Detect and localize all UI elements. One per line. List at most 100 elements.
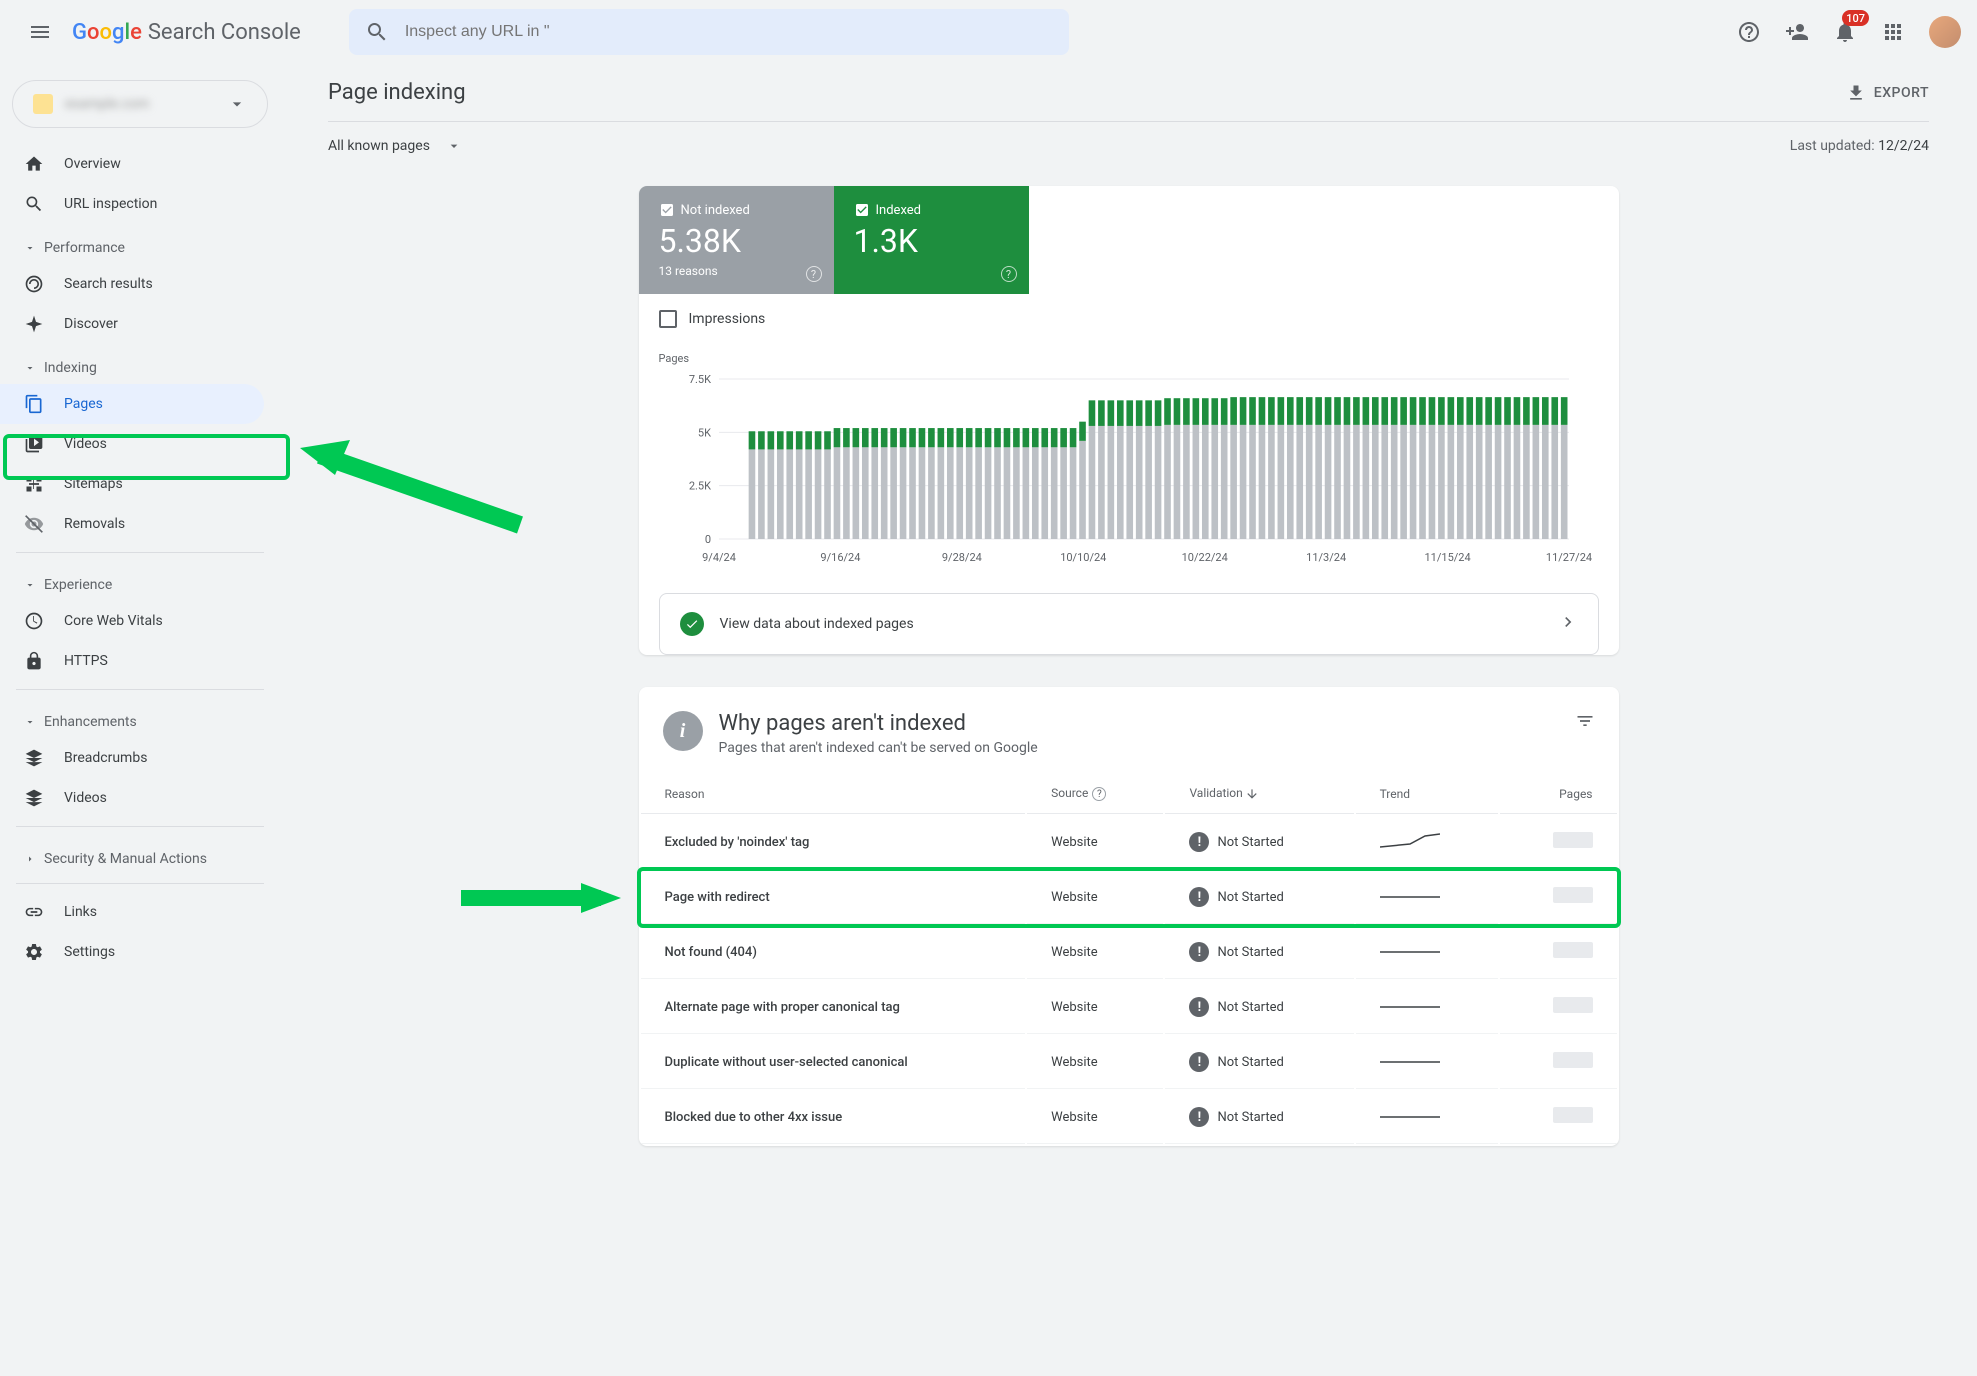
toolbar: All known pages Last updated: 12/2/24: [328, 138, 1929, 154]
nav-breadcrumbs[interactable]: Breadcrumbs: [0, 738, 264, 778]
sidebar: example.com Overview URL inspection Perf…: [0, 64, 280, 1376]
validation-cell: !Not Started: [1165, 981, 1353, 1034]
chart-canvas: 02.5K5K7.5K9/4/249/16/249/28/2410/10/241…: [659, 369, 1599, 569]
trend-cell: [1356, 1036, 1499, 1089]
svg-text:9/28/24: 9/28/24: [941, 551, 981, 564]
page-header: Page indexing EXPORT: [328, 80, 1929, 122]
reason-row[interactable]: Alternate page with proper canonical tag…: [641, 981, 1617, 1034]
help-icon[interactable]: ?: [806, 266, 822, 282]
nav-pages[interactable]: Pages: [0, 384, 264, 424]
svg-text:0: 0: [704, 533, 710, 546]
apps-button[interactable]: [1873, 12, 1913, 52]
pages-cell: [1500, 871, 1616, 924]
help-button[interactable]: [1729, 12, 1769, 52]
section-indexing[interactable]: Indexing: [0, 344, 280, 384]
nav-https[interactable]: HTTPS: [0, 641, 264, 681]
nav-videos-enhancement[interactable]: Videos: [0, 778, 264, 818]
filter-dropdown[interactable]: All known pages: [328, 138, 462, 154]
export-button[interactable]: EXPORT: [1846, 83, 1929, 103]
reason-cell: Alternate page with proper canonical tag: [641, 981, 1026, 1034]
col-validation[interactable]: Validation: [1165, 774, 1353, 814]
logo[interactable]: Google Search Console: [72, 20, 301, 45]
validation-cell: !Not Started: [1165, 816, 1353, 869]
trend-cell: [1356, 981, 1499, 1034]
source-cell: Website: [1027, 871, 1163, 924]
trend-cell: [1356, 871, 1499, 924]
help-icon[interactable]: ?: [1001, 266, 1017, 282]
app-header: Google Search Console 107: [0, 0, 1977, 64]
property-selector[interactable]: example.com: [12, 80, 268, 128]
nav-videos[interactable]: Videos: [0, 424, 264, 464]
property-domain: example.com: [65, 96, 215, 112]
hamburger-menu-button[interactable]: [16, 8, 64, 56]
nav-overview[interactable]: Overview: [0, 144, 264, 184]
reason-row[interactable]: Excluded by 'noindex' tag Website !Not S…: [641, 816, 1617, 869]
source-cell: Website: [1027, 1036, 1163, 1089]
reason-cell: Not found (404): [641, 926, 1026, 979]
col-source[interactable]: Source?: [1027, 774, 1163, 814]
impressions-toggle[interactable]: Impressions: [639, 294, 1619, 344]
metric-tabs: Not indexed 5.38K 13 reasons ? Indexed 1…: [639, 186, 1619, 294]
svg-text:11/15/24: 11/15/24: [1424, 551, 1470, 564]
url-inspection-input[interactable]: [405, 23, 1053, 41]
why-title: Why pages aren't indexed: [719, 711, 1038, 736]
svg-text:11/27/24: 11/27/24: [1545, 551, 1591, 564]
col-pages[interactable]: Pages: [1500, 774, 1616, 814]
section-experience[interactable]: Experience: [0, 561, 280, 601]
nav-removals[interactable]: Removals: [0, 504, 264, 544]
url-inspection-search[interactable]: [349, 9, 1069, 55]
col-trend[interactable]: Trend: [1356, 774, 1499, 814]
reason-cell: Page with redirect: [641, 871, 1026, 924]
nav-sitemaps[interactable]: Sitemaps: [0, 464, 264, 504]
reasons-table: Reason Source? Validation Trend Pages Ex…: [639, 772, 1619, 1146]
notification-badge: 107: [1842, 10, 1869, 26]
nav-url-inspection[interactable]: URL inspection: [0, 184, 264, 224]
reason-row[interactable]: Page with redirect Website !Not Started: [641, 871, 1617, 924]
source-cell: Website: [1027, 1091, 1163, 1144]
not-indexed-tab[interactable]: Not indexed 5.38K 13 reasons ?: [639, 186, 834, 294]
notifications-button[interactable]: 107: [1825, 12, 1865, 52]
validation-cell: !Not Started: [1165, 1091, 1353, 1144]
info-icon: i: [663, 711, 703, 751]
filter-button[interactable]: [1575, 711, 1595, 735]
nav-settings[interactable]: Settings: [0, 932, 264, 972]
dropdown-icon: [446, 138, 462, 154]
check-icon: [680, 612, 704, 636]
trend-cell: [1356, 1091, 1499, 1144]
nav-links[interactable]: Links: [0, 892, 264, 932]
account-avatar[interactable]: [1929, 16, 1961, 48]
nav-discover[interactable]: Discover: [0, 304, 264, 344]
section-security[interactable]: Security & Manual Actions: [0, 835, 280, 875]
nav-core-web-vitals[interactable]: Core Web Vitals: [0, 601, 264, 641]
header-actions: 107: [1729, 12, 1961, 52]
indexed-tab[interactable]: Indexed 1.3K ?: [834, 186, 1029, 294]
section-performance[interactable]: Performance: [0, 224, 280, 264]
reason-cell: Blocked due to other 4xx issue: [641, 1091, 1026, 1144]
svg-text:5K: 5K: [697, 426, 710, 439]
svg-text:10/10/24: 10/10/24: [1060, 551, 1106, 564]
svg-text:2.5K: 2.5K: [688, 480, 710, 493]
chevron-down-icon: [227, 94, 247, 114]
search-icon: [365, 20, 389, 44]
page-title: Page indexing: [328, 80, 466, 105]
view-indexed-pages-link[interactable]: View data about indexed pages: [659, 593, 1599, 655]
col-reason[interactable]: Reason: [641, 774, 1026, 814]
download-icon: [1846, 83, 1866, 103]
product-name: Search Console: [148, 20, 301, 45]
section-enhancements[interactable]: Enhancements: [0, 698, 280, 738]
source-cell: Website: [1027, 816, 1163, 869]
reason-row[interactable]: Not found (404) Website !Not Started: [641, 926, 1617, 979]
source-cell: Website: [1027, 981, 1163, 1034]
indexing-overview-card: Not indexed 5.38K 13 reasons ? Indexed 1…: [639, 186, 1619, 655]
users-button[interactable]: [1777, 12, 1817, 52]
pages-cell: [1500, 1036, 1616, 1089]
nav-search-results[interactable]: Search results: [0, 264, 264, 304]
why-header: i Why pages aren't indexed Pages that ar…: [639, 687, 1619, 772]
main-content: Page indexing EXPORT All known pages Las…: [280, 0, 1977, 1218]
sort-down-icon: [1245, 787, 1259, 801]
validation-cell: !Not Started: [1165, 1036, 1353, 1089]
last-updated: Last updated: 12/2/24: [1790, 138, 1929, 154]
reason-row[interactable]: Blocked due to other 4xx issue Website !…: [641, 1091, 1617, 1144]
reason-row[interactable]: Duplicate without user-selected canonica…: [641, 1036, 1617, 1089]
source-cell: Website: [1027, 926, 1163, 979]
